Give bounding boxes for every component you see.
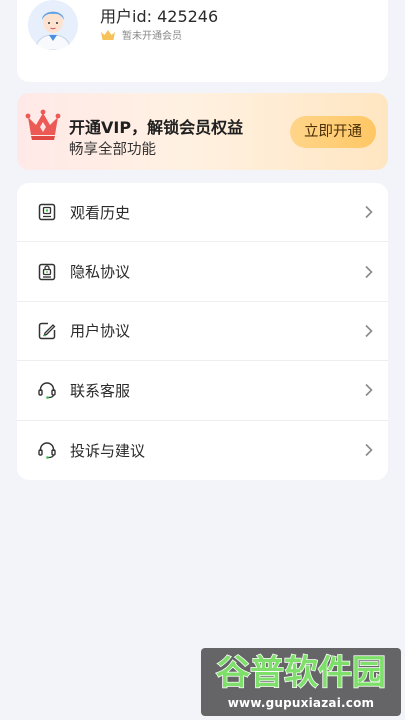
menu-item-label: 用户协议 [70,322,131,341]
chevron-right-icon [365,444,373,457]
watermark-url: www.gupuxiazai.com [227,696,375,710]
chevron-right-icon [365,206,373,219]
membership-status-text: 暂未开通会员 [122,31,182,42]
membership-status: 暂未开通会员 [100,27,182,42]
vip-crown-icon [25,109,61,140]
crown-icon [101,29,115,40]
menu-item-label: 观看历史 [70,203,131,222]
user-id: 用户id: 425246 [100,7,219,26]
menu-item-label: 联系客服 [70,381,131,400]
headset-icon [38,382,56,400]
menu-list: 观看历史 隐私协议 用户协议 联系客服 投诉与建议 [17,183,388,480]
menu-item-watch-history[interactable]: 观看历史 [17,183,388,243]
vip-subtitle: 畅享全部功能 [69,142,156,158]
menu-item-user-agreement[interactable]: 用户协议 [17,302,388,362]
lock-document-icon [38,263,56,280]
chevron-right-icon [365,265,373,278]
menu-item-label: 投诉与建议 [70,441,146,460]
menu-item-privacy-policy[interactable]: 隐私协议 [17,242,388,302]
vip-banner[interactable]: 开通VIP，解锁会员权益 畅享全部功能 立即开通 [17,93,388,170]
watermark: 谷普软件园 www.gupuxiazai.com [201,648,401,716]
watermark-logo: 谷普软件园 [215,652,387,694]
user-avatar-icon[interactable] [27,0,79,50]
menu-item-contact-support[interactable]: 联系客服 [17,361,388,421]
open-vip-button[interactable]: 立即开通 [290,116,376,148]
menu-item-feedback[interactable]: 投诉与建议 [17,421,388,480]
vip-title: 开通VIP，解锁会员权益 [69,118,244,137]
edit-document-icon [38,322,56,340]
chevron-right-icon [365,324,373,338]
feedback-headset-icon [38,442,56,460]
profile-card[interactable]: 用户id: 425246 暂未开通会员 [17,0,388,82]
chevron-right-icon [365,384,373,397]
menu-item-label: 隐私协议 [70,263,131,282]
svg-text:谷普软件园: 谷普软件园 [216,653,386,693]
history-icon [38,203,56,221]
